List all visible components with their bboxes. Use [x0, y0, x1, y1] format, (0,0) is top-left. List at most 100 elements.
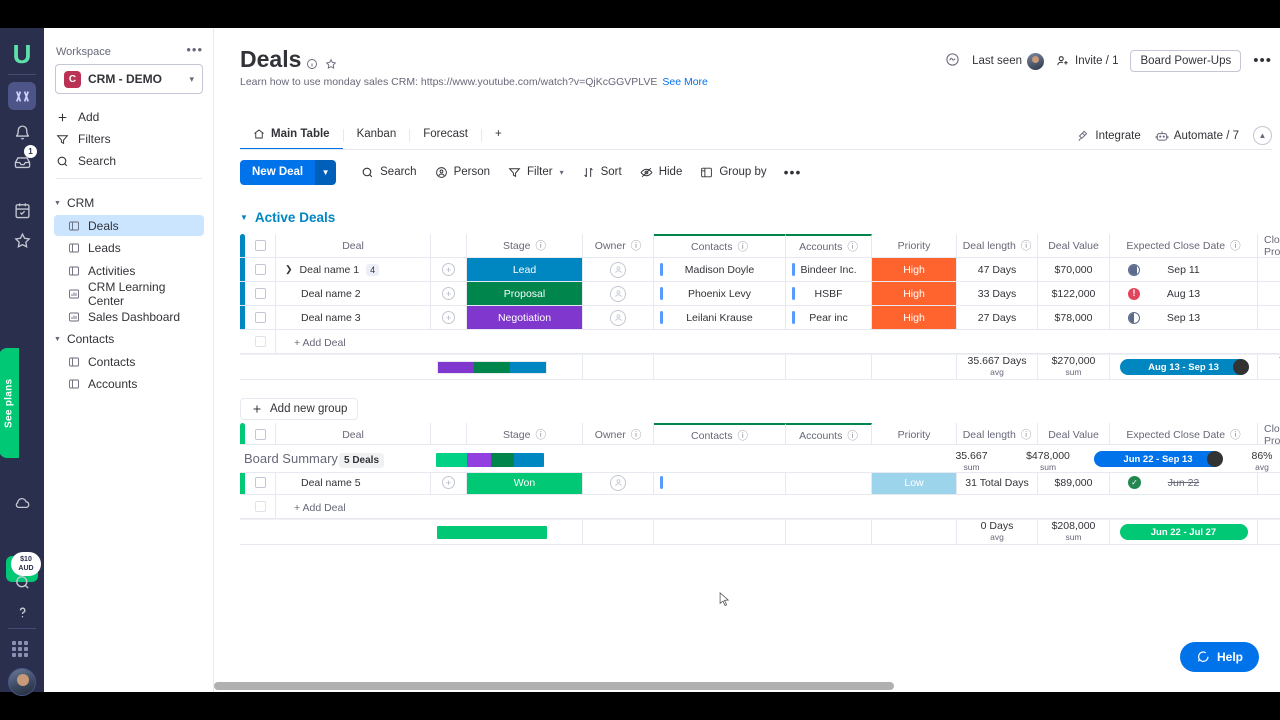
sidebar-section-contacts[interactable]: ▼ Contacts — [54, 332, 114, 346]
horizontal-scrollbar-thumb[interactable] — [214, 682, 894, 690]
board-summary-deal-length[interactable]: 35.667 sum — [931, 451, 1012, 473]
column-header-priority[interactable]: Priority — [872, 234, 957, 257]
tab-forecast[interactable]: Forecast — [410, 120, 481, 150]
sidebar-item-accounts[interactable]: Accounts — [54, 373, 204, 394]
column-header-deal-value[interactable]: Deal Value — [1038, 423, 1110, 446]
group-summary-deal-value[interactable]: $270,000 sum — [1038, 355, 1110, 379]
add-update-icon[interactable]: + — [431, 306, 467, 329]
deal-value-cell[interactable]: $122,000 — [1038, 282, 1110, 305]
info-icon[interactable]: ⓘ — [631, 427, 642, 442]
column-header-close-probability[interactable]: Close Proba — [1258, 423, 1280, 447]
integrate-button[interactable]: Integrate — [1076, 129, 1141, 143]
add-deal-row[interactable]: + Add Deal — [240, 330, 1280, 354]
owner-cell[interactable] — [583, 306, 654, 329]
expected-close-date-cell[interactable]: ! Aug 13 — [1110, 282, 1258, 305]
star-icon[interactable] — [325, 58, 337, 73]
sidebar-item-contacts[interactable]: Contacts — [54, 351, 204, 372]
expand-subitems-icon[interactable]: ❯ — [285, 264, 293, 275]
select-all-checkbox[interactable] — [245, 423, 276, 446]
toolbar-filter-button[interactable]: Filter ▾ — [499, 166, 573, 179]
last-seen[interactable]: Last seen — [972, 52, 1044, 70]
deal-length-cell[interactable]: 47 Days — [957, 258, 1038, 281]
see-more-link[interactable]: See More — [662, 76, 708, 88]
deal-value-cell[interactable]: $89,000 — [1038, 471, 1110, 494]
contacts-cell[interactable]: Madison Doyle — [654, 258, 786, 281]
sidebar-add-button[interactable]: Add — [56, 106, 196, 128]
add-update-icon[interactable]: + — [431, 282, 467, 305]
toolbar-person-button[interactable]: Person — [426, 166, 499, 179]
group-summary-close-probability[interactable]: 76.667avg — [1258, 355, 1280, 379]
table-row[interactable]: Deal name 5 + Won Low 31 Total Days $89,… — [240, 471, 1280, 495]
upgrade-cloud-icon[interactable] — [8, 490, 36, 518]
priority-cell[interactable]: High — [872, 258, 957, 281]
sidebar-filters-button[interactable]: Filters — [56, 128, 196, 150]
info-icon[interactable]: ⓘ — [737, 239, 748, 254]
expected-close-date-cell[interactable]: Sep 11 — [1110, 258, 1258, 281]
deal-name-cell[interactable]: Deal name 5 — [276, 471, 431, 494]
sidebar-item-leads[interactable]: Leads — [54, 237, 204, 258]
column-header-deal[interactable]: Deal — [276, 234, 431, 257]
board-summary-deal-value[interactable]: $478,000 sum — [1012, 451, 1084, 473]
toolbar-group-by-button[interactable]: Group by — [691, 166, 775, 179]
stage-cell[interactable]: Proposal — [467, 282, 583, 305]
sidebar-search-button[interactable]: Search — [56, 150, 196, 172]
select-all-checkbox[interactable] — [245, 234, 276, 257]
chevron-up-icon[interactable]: ▲ — [1253, 126, 1272, 145]
row-checkbox[interactable] — [245, 306, 276, 329]
chevron-down-icon[interactable]: ▼ — [315, 159, 337, 185]
chevron-down-icon[interactable]: ▾ — [560, 168, 564, 177]
group-summary-deal-length[interactable]: 0 Days avg — [957, 520, 1038, 544]
info-icon[interactable]: ⓘ — [737, 428, 748, 443]
chevron-down-icon[interactable]: ▼ — [240, 213, 248, 222]
table-row[interactable]: Deal name 3 + Negotiation Leilani Krause… — [240, 306, 1280, 330]
priority-cell[interactable]: Low — [872, 471, 957, 494]
contacts-cell[interactable] — [654, 471, 786, 494]
column-header-owner[interactable]: Owner ⓘ — [583, 234, 654, 257]
deal-name-cell[interactable]: Deal name 2 — [276, 282, 431, 305]
column-header-close-probability[interactable]: Close Proba — [1258, 234, 1280, 258]
board-more-menu-button[interactable]: ••• — [1253, 53, 1272, 68]
toolbar-sort-button[interactable]: Sort — [573, 166, 631, 179]
favorites-star-icon[interactable] — [8, 226, 36, 254]
owner-cell[interactable] — [583, 258, 654, 281]
row-checkbox[interactable] — [245, 282, 276, 305]
toolbar-search-button[interactable]: Search — [352, 166, 425, 179]
column-header-deal-length[interactable]: Deal length ⓘ — [957, 423, 1038, 446]
column-header-contacts[interactable]: Contacts ⓘ — [654, 423, 786, 446]
info-icon[interactable]: ⓘ — [535, 427, 546, 442]
column-header-deal[interactable]: Deal — [276, 423, 431, 446]
column-header-contacts[interactable]: Contacts ⓘ — [654, 234, 786, 257]
priority-cell[interactable]: High — [872, 306, 957, 329]
column-header-expected-close-date[interactable]: Expected Close Date ⓘ — [1110, 234, 1258, 257]
invite-button[interactable]: Invite / 1 — [1056, 54, 1118, 68]
close-probability-cell[interactable]: 50% — [1258, 306, 1280, 329]
group-summary-date-range[interactable]: Aug 13 - Sep 13 — [1110, 355, 1258, 379]
deal-name-cell[interactable]: ❯ Deal name 1 4 — [276, 258, 431, 281]
group-summary-date-range[interactable]: Jun 22 - Jul 27 — [1110, 520, 1258, 544]
sidebar-item-crm-learning-center[interactable]: CRM Learning Center — [54, 280, 204, 308]
group-summary-deal-length[interactable]: 35.667 Days avg — [957, 355, 1038, 379]
expected-close-date-cell[interactable]: Sep 13 — [1110, 306, 1258, 329]
info-icon[interactable]: ⓘ — [535, 238, 546, 253]
column-header-priority[interactable]: Priority — [872, 423, 957, 446]
group-summary-stage-bar[interactable] — [431, 355, 583, 379]
workspace-menu-button[interactable]: ••• — [186, 43, 203, 56]
add-view-button[interactable]: + — [482, 120, 515, 150]
add-update-icon[interactable]: + — [431, 471, 467, 494]
accounts-cell[interactable] — [786, 471, 872, 494]
close-probability-cell[interactable]: 90% — [1258, 258, 1280, 281]
close-probability-cell[interactable]: 90% — [1258, 282, 1280, 305]
search-icon[interactable] — [8, 568, 36, 596]
info-icon[interactable] — [306, 58, 318, 73]
stage-cell[interactable]: Won — [467, 471, 583, 494]
add-deal-label[interactable]: + Add Deal — [294, 502, 346, 514]
column-header-deal-length[interactable]: Deal length ⓘ — [957, 234, 1038, 257]
owner-cell[interactable] — [583, 282, 654, 305]
info-icon[interactable]: ⓘ — [1021, 427, 1032, 442]
help-question-icon[interactable] — [8, 598, 36, 626]
board-summary-date-range[interactable]: Jun 22 - Sep 13 — [1084, 451, 1232, 467]
board-summary-stage-bar[interactable] — [436, 453, 544, 467]
sidebar-section-crm[interactable]: ▼ CRM — [54, 196, 94, 210]
rail-workspace-icon[interactable] — [8, 82, 36, 110]
board-power-ups-button[interactable]: Board Power-Ups — [1130, 50, 1242, 72]
